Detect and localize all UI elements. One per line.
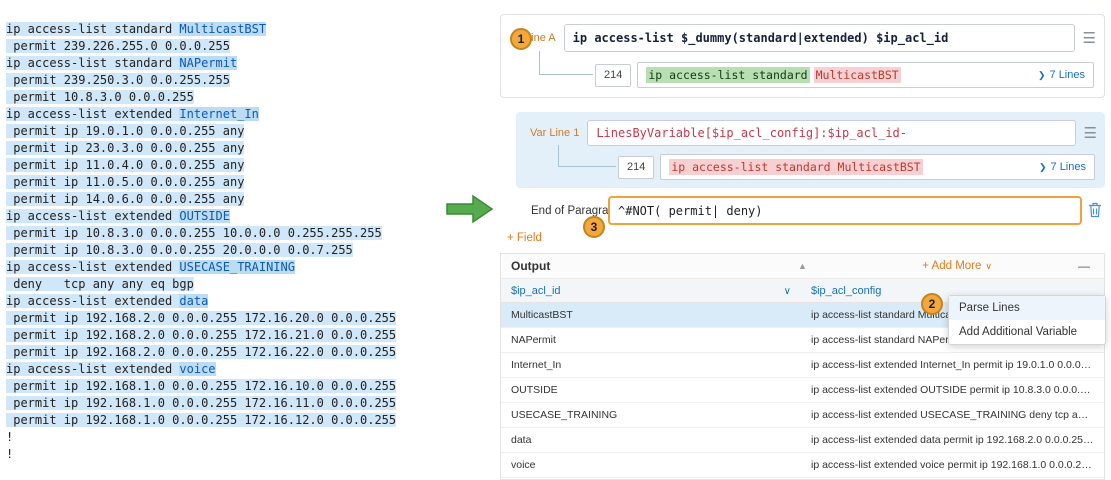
id-match-result-box[interactable]: ip access-list standard MulticastBST ❯ 7… bbox=[637, 62, 1094, 88]
var-line-pattern-text: LinesByVariable[$ip_acl_config]:$ip_acl_… bbox=[596, 126, 907, 140]
id-line-pattern-text: ip access-list $_dummy(standard|extended… bbox=[573, 31, 949, 45]
output-title: Output bbox=[511, 259, 550, 273]
config-line: permit ip 10.8.3.0 0.0.0.255 10.0.0.0 0.… bbox=[6, 225, 396, 242]
config-line: ip access-list standard MulticastBST bbox=[6, 21, 396, 38]
expand-lines-button[interactable]: ❯ 7 Lines bbox=[1039, 161, 1086, 173]
step-badge-3: 3 bbox=[583, 216, 605, 238]
minimize-icon[interactable]: — bbox=[1078, 259, 1090, 273]
output-row[interactable]: Internet_Inip access-list extended Inter… bbox=[501, 353, 1104, 378]
collapse-up-icon[interactable]: ▲ bbox=[798, 261, 807, 271]
config-line: ip access-list extended Internet_In bbox=[6, 106, 396, 123]
config-line: permit ip 11.0.4.0 0.0.0.255 any bbox=[6, 157, 396, 174]
step-badge-1: 1 bbox=[510, 28, 532, 50]
var-match-result-box[interactable]: ip access-list standard MulticastBST ❯ 7… bbox=[660, 154, 1095, 180]
cell-acl-config: ip access-list extended voice permit ip … bbox=[801, 459, 1104, 471]
lines-count-label: 7 Lines bbox=[1050, 69, 1085, 81]
menu-item-add-additional-variable[interactable]: Add Additional Variable bbox=[949, 320, 1105, 344]
expand-lines-button[interactable]: ❯ 7 Lines bbox=[1038, 69, 1085, 81]
config-line: permit 239.250.3.0 0.0.255.255 bbox=[6, 72, 396, 89]
var-line-pattern-input[interactable]: LinesByVariable[$ip_acl_config]:$ip_acl_… bbox=[587, 120, 1075, 146]
end-of-paragraph-input[interactable]: ^#NOT( permit| deny) bbox=[608, 196, 1082, 225]
id-line-pattern-input[interactable]: ip access-list $_dummy(standard|extended… bbox=[564, 24, 1075, 52]
config-line: deny tcp any any eq bgp bbox=[6, 276, 396, 293]
matched-variable-highlight: ip access-list standard MulticastBST bbox=[669, 159, 922, 175]
chevron-down-icon: ∨ bbox=[985, 261, 992, 272]
config-line: permit ip 11.0.5.0 0.0.0.255 any bbox=[6, 174, 396, 191]
var-line-panel: Var Line 1 LinesByVariable[$ip_acl_confi… bbox=[516, 112, 1105, 188]
acl-name-highlight: USECASE_TRAINING bbox=[179, 260, 295, 274]
lines-count-label: 7 Lines bbox=[1051, 161, 1086, 173]
config-line: ip access-list extended USECASE_TRAINING bbox=[6, 259, 396, 276]
config-line: permit 10.8.3.0 0.0.0.255 bbox=[6, 89, 396, 106]
config-line: permit 239.226.255.0 0.0.0.255 bbox=[6, 38, 396, 55]
hamburger-menu-icon[interactable]: ☰ bbox=[1083, 31, 1096, 46]
match-line-number: 214 bbox=[595, 64, 631, 87]
add-field-link[interactable]: + Field bbox=[507, 232, 542, 244]
config-line: ! bbox=[6, 429, 396, 446]
menu-item-parse-lines[interactable]: Parse Lines bbox=[949, 296, 1105, 320]
config-line: permit ip 23.0.3.0 0.0.0.255 any bbox=[6, 140, 396, 157]
matched-name-highlight: MulticastBST bbox=[814, 67, 901, 83]
acl-name-highlight: Internet_In bbox=[179, 107, 258, 121]
output-panel: Output ▲ + Add More ∨ — $ip_acl_id ∨ $ip… bbox=[500, 253, 1105, 480]
config-line: ip access-list standard NAPermit bbox=[6, 55, 396, 72]
cell-acl-id: USECASE_TRAINING bbox=[501, 409, 801, 421]
config-line: ip access-list extended OUTSIDE bbox=[6, 208, 396, 225]
config-line: permit ip 192.168.1.0 0.0.0.255 172.16.1… bbox=[6, 395, 396, 412]
cell-acl-id: OUTSIDE bbox=[501, 384, 801, 396]
connector-line bbox=[539, 51, 593, 75]
output-header: Output ▲ + Add More ∨ — bbox=[501, 254, 1104, 279]
end-of-paragraph-value: ^#NOT( permit| deny) bbox=[618, 204, 763, 218]
config-line: permit ip 192.168.1.0 0.0.0.255 172.16.1… bbox=[6, 412, 396, 429]
output-row[interactable]: voiceip access-list extended voice permi… bbox=[501, 453, 1104, 478]
column-header-acl-id[interactable]: $ip_acl_id ∨ bbox=[501, 285, 801, 297]
add-more-menu: Parse LinesAdd Additional Variable bbox=[948, 295, 1106, 345]
config-line: permit ip 192.168.1.0 0.0.0.255 172.16.1… bbox=[6, 378, 396, 395]
cell-acl-id: MulticastBST bbox=[501, 309, 801, 321]
cell-acl-config: ip access-list extended OUTSIDE permit i… bbox=[801, 384, 1104, 396]
output-row[interactable]: dataip access-list extended data permit … bbox=[501, 428, 1104, 453]
trash-icon[interactable] bbox=[1088, 202, 1102, 223]
acl-name-highlight: voice bbox=[179, 362, 215, 376]
cell-acl-config: ip access-list extended Internet_In perm… bbox=[801, 359, 1104, 371]
cell-acl-config: ip access-list extended data permit ip 1… bbox=[801, 434, 1104, 446]
acl-name-highlight: MulticastBST bbox=[179, 22, 266, 36]
cell-acl-id: Internet_In bbox=[501, 359, 801, 371]
add-more-button[interactable]: + Add More ∨ bbox=[922, 260, 992, 272]
config-line: permit ip 10.8.3.0 0.0.0.255 20.0.0.0 0.… bbox=[6, 242, 396, 259]
acl-name-highlight: data bbox=[179, 294, 208, 308]
var-line-label: Var Line 1 bbox=[530, 127, 579, 139]
config-line: ip access-list extended data bbox=[6, 293, 396, 310]
config-line: permit ip 192.168.2.0 0.0.0.255 172.16.2… bbox=[6, 344, 396, 361]
step-badge-2: 2 bbox=[921, 293, 943, 315]
flow-arrow-icon bbox=[446, 193, 494, 225]
chevron-right-icon: ❯ bbox=[1039, 162, 1047, 173]
acl-name-highlight: NAPermit bbox=[179, 56, 237, 70]
output-row[interactable]: OUTSIDEip access-list extended OUTSIDE p… bbox=[501, 378, 1104, 403]
cell-acl-id: voice bbox=[501, 459, 801, 471]
config-line: ip access-list extended voice bbox=[6, 361, 396, 378]
visual-parser-screen: ip access-list standard MulticastBST per… bbox=[0, 0, 1111, 480]
cell-acl-config: ip access-list extended USECASE_TRAINING… bbox=[801, 409, 1104, 421]
config-text-pane: ip access-list standard MulticastBST per… bbox=[6, 21, 396, 463]
cell-acl-id: data bbox=[501, 434, 801, 446]
config-line: permit ip 19.0.1.0 0.0.0.255 any bbox=[6, 123, 396, 140]
matched-prefix-highlight: ip access-list standard bbox=[646, 67, 809, 83]
chevron-right-icon: ❯ bbox=[1038, 70, 1046, 81]
config-line: permit ip 192.168.2.0 0.0.0.255 172.16.2… bbox=[6, 310, 396, 327]
hamburger-menu-icon[interactable]: ☰ bbox=[1084, 126, 1097, 141]
connector-line bbox=[558, 145, 616, 167]
acl-name-highlight: OUTSIDE bbox=[179, 209, 230, 223]
add-more-label: + Add More bbox=[922, 260, 981, 272]
column-label: $ip_acl_id bbox=[511, 285, 561, 297]
id-line-card: ID Line A ip access-list $_dummy(standar… bbox=[500, 14, 1105, 98]
column-dropdown-icon[interactable]: ∨ bbox=[784, 286, 791, 297]
config-line: permit ip 192.168.2.0 0.0.0.255 172.16.2… bbox=[6, 327, 396, 344]
column-label: $ip_acl_config bbox=[811, 285, 881, 297]
output-row[interactable]: USECASE_TRAININGip access-list extended … bbox=[501, 403, 1104, 428]
cell-acl-id: NAPermit bbox=[501, 334, 801, 346]
config-line: ! bbox=[6, 446, 396, 463]
match-line-number: 214 bbox=[618, 156, 654, 179]
config-line: permit ip 14.0.6.0 0.0.0.255 any bbox=[6, 191, 396, 208]
